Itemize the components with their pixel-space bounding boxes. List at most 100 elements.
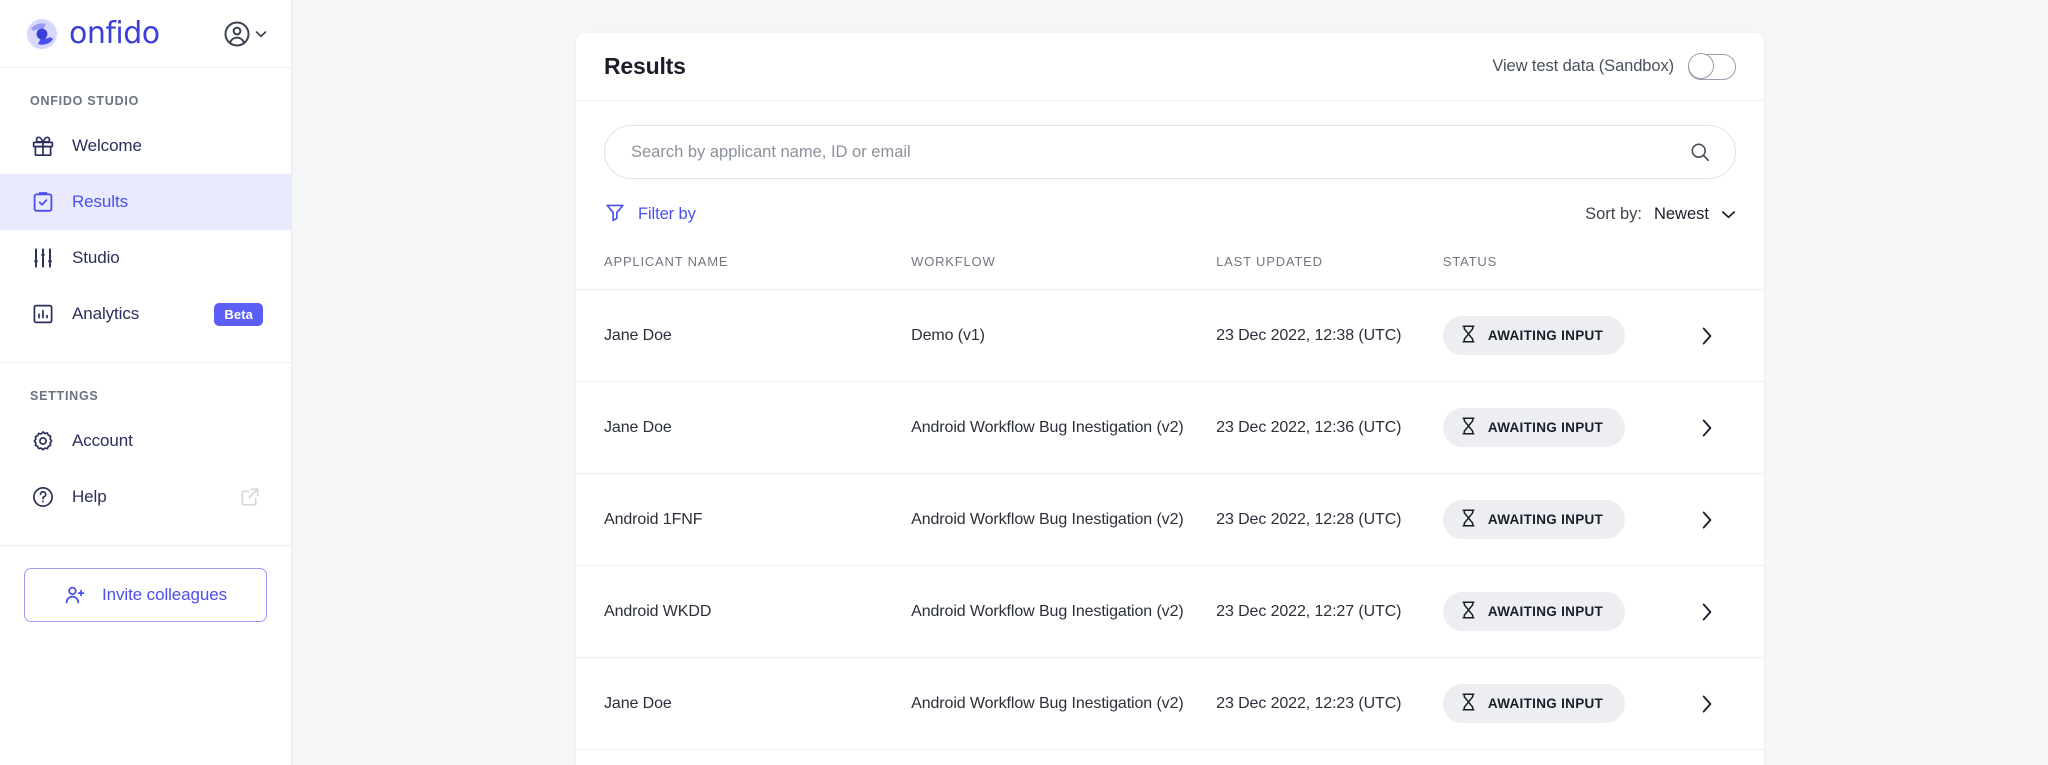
status-badge-label: AWAITING INPUT [1487,328,1604,343]
brand-name: onfido [69,16,160,51]
chevron-right-icon[interactable] [1700,693,1714,715]
table-row[interactable]: Jane Doe Android Workflow Bug Inestigati… [576,657,1764,750]
gear-icon [30,428,56,454]
cell-status: AWAITING INPUT [1442,565,1700,658]
cell-workflow: Android Workflow Bug Inestigation (v2) [911,565,1217,658]
table-row[interactable]: Jane Doe Android Workflow Bug Inestigati… [576,381,1764,474]
search-icon[interactable] [1689,141,1711,163]
chevron-down-icon [1721,206,1736,224]
status-badge: AWAITING INPUT [1442,684,1626,723]
chevron-down-icon [255,30,267,38]
status-badge: AWAITING INPUT [1442,500,1626,539]
external-link-icon [239,486,261,508]
cell-applicant-name: Jane Doe [576,289,912,382]
column-header-applicant-name: APPLICANT NAME [576,246,912,290]
results-table-body: Jane Doe Demo (v1) 23 Dec 2022, 12:38 (U… [576,289,1764,750]
sidebar-item-label: Account [72,431,133,450]
hourglass-icon [1461,601,1476,622]
chevron-right-icon[interactable] [1700,509,1714,531]
account-menu-button[interactable] [222,19,267,49]
table-tools-row: Filter by Sort by: Newest [576,179,1764,246]
cell-row-action [1699,289,1764,382]
sidebar-item-label: Results [72,192,128,211]
cell-applicant-name: Android WKDD [576,565,912,658]
user-plus-icon [64,584,86,606]
invite-colleagues-wrapper: Invite colleagues [0,546,291,622]
hourglass-icon [1461,693,1476,714]
status-badge-label: AWAITING INPUT [1487,420,1604,435]
sidebar-item-results[interactable]: Results [0,174,291,230]
status-badge-beta: Beta [214,302,263,326]
search-box [604,125,1736,179]
sidebar-item-analytics[interactable]: Analytics Beta [0,286,291,342]
toggle-knob [1687,53,1714,79]
cell-workflow: Android Workflow Bug Inestigation (v2) [911,381,1217,474]
clipboard-check-icon [30,189,56,215]
cell-workflow: Android Workflow Bug Inestigation (v2) [911,657,1217,750]
table-header-row: APPLICANT NAME WORKFLOW LAST UPDATED STA… [576,246,1764,290]
sidebar-item-help[interactable]: Help [0,469,291,525]
sidebar-item-welcome[interactable]: Welcome [0,118,291,174]
search-input[interactable] [605,142,1735,162]
chevron-right-icon[interactable] [1700,417,1714,439]
cell-applicant-name: Jane Doe [576,657,912,750]
results-table: APPLICANT NAME WORKFLOW LAST UPDATED STA… [576,246,1764,750]
cell-row-action [1699,657,1764,750]
table-row[interactable]: Android WKDD Android Workflow Bug Inesti… [576,565,1764,658]
cell-last-updated: 23 Dec 2022, 12:36 (UTC) [1216,381,1443,474]
brand[interactable]: onfido [25,16,160,51]
chevron-right-icon[interactable] [1700,325,1714,347]
sidebar-section-settings-label: SETTINGS [30,389,99,403]
sidebar-item-label: Help [72,487,107,506]
sandbox-toggle-label: View test data (Sandbox) [1492,57,1674,75]
cell-last-updated: 23 Dec 2022, 12:23 (UTC) [1216,657,1443,750]
column-header-workflow: WORKFLOW [911,246,1217,290]
status-badge: AWAITING INPUT [1442,592,1626,631]
cell-last-updated: 23 Dec 2022, 12:28 (UTC) [1216,473,1443,566]
results-card: Results View test data (Sandbox) Search … [576,33,1764,765]
cell-status: AWAITING INPUT [1442,473,1700,566]
hourglass-icon [1461,509,1476,530]
cell-last-updated: 23 Dec 2022, 12:27 (UTC) [1216,565,1443,658]
column-header-status: STATUS [1442,246,1700,290]
user-circle-icon [222,19,252,49]
cell-status: AWAITING INPUT [1442,657,1700,750]
cell-status: AWAITING INPUT [1442,289,1700,382]
cell-last-updated: 23 Dec 2022, 12:38 (UTC) [1216,289,1443,382]
table-row[interactable]: Jane Doe Demo (v1) 23 Dec 2022, 12:38 (U… [576,289,1764,382]
cell-status: AWAITING INPUT [1442,381,1700,474]
search-wrapper [576,101,1764,179]
results-card-header: Results View test data (Sandbox) [576,33,1764,101]
filter-icon [604,201,626,228]
cell-row-action [1699,381,1764,474]
sort-by-value: Newest [1653,205,1709,223]
sidebar-item-studio[interactable]: Studio [0,230,291,286]
cell-workflow: Demo (v1) [911,289,1217,382]
hourglass-icon [1461,325,1476,346]
cell-applicant-name: Android 1FNF [576,473,912,566]
sidebar-item-label: Studio [72,248,120,267]
sort-by-label: Sort by: [1585,205,1642,223]
sidebar-item-label: Welcome [72,136,142,155]
sidebar-item-account[interactable]: Account [0,413,291,469]
sliders-icon [30,245,56,271]
cell-applicant-name: Jane Doe [576,381,912,474]
sidebar: onfido ONFIDO STUDIO Welcome Results Stu… [0,0,292,765]
gift-icon [30,133,56,159]
sidebar-item-label: Analytics [72,304,140,323]
cell-row-action [1699,473,1764,566]
filter-by-button[interactable]: Filter by [604,201,696,228]
column-header-actions [1699,246,1764,290]
status-badge: AWAITING INPUT [1442,316,1626,355]
invite-colleagues-button[interactable]: Invite colleagues [24,568,267,622]
cell-row-action [1699,565,1764,658]
results-table-head: APPLICANT NAME WORKFLOW LAST UPDATED STA… [576,246,1764,290]
sandbox-toggle[interactable] [1687,53,1736,80]
hourglass-icon [1461,417,1476,438]
question-circle-icon [30,484,56,510]
table-row[interactable]: Android 1FNF Android Workflow Bug Inesti… [576,473,1764,566]
sandbox-toggle-group: View test data (Sandbox) [1492,53,1736,80]
chevron-right-icon[interactable] [1700,601,1714,623]
sort-by-dropdown[interactable]: Sort by: Newest [1585,205,1736,224]
status-badge: AWAITING INPUT [1442,408,1626,447]
